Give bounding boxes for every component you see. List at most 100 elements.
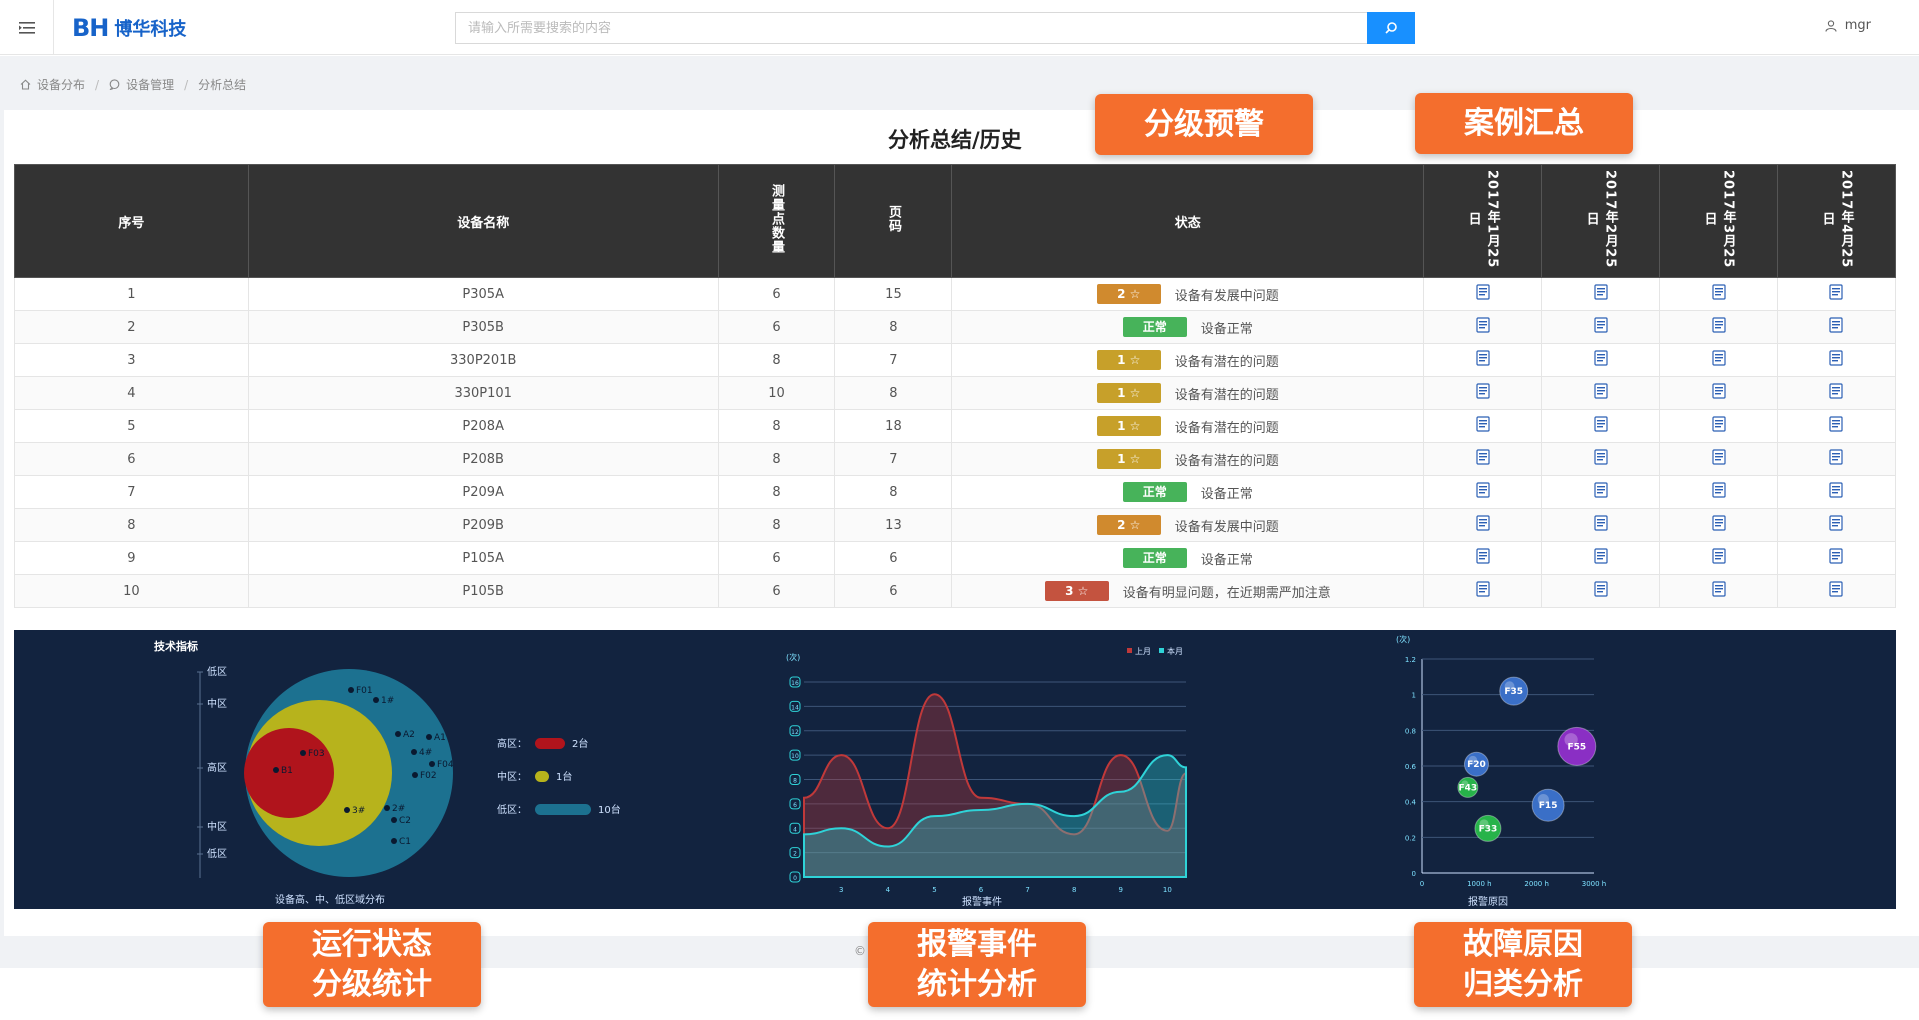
search-button[interactable] xyxy=(1367,12,1415,44)
word-document-icon[interactable] xyxy=(1828,581,1844,597)
zone-point-marker xyxy=(411,749,417,755)
zone-point-marker xyxy=(344,807,350,813)
user-menu[interactable]: mgr xyxy=(1825,18,1871,33)
word-document-icon[interactable] xyxy=(1828,449,1844,465)
word-document-icon[interactable] xyxy=(1828,416,1844,432)
table-row[interactable]: 3 330P201B 8 7 1 ☆ 设备有潜在的问题 xyxy=(14,343,1897,377)
word-document-icon[interactable] xyxy=(1828,482,1844,498)
word-document-icon[interactable] xyxy=(1593,581,1609,597)
col-points[interactable]: 测量点数量 xyxy=(717,164,836,278)
alarm-y-tick-label: 10 xyxy=(791,753,799,760)
col-date-4[interactable]: 2017年4月25日 xyxy=(1776,164,1897,278)
menu-toggle-button[interactable] xyxy=(0,0,54,55)
row-page: 8 xyxy=(834,475,953,509)
word-document-icon[interactable] xyxy=(1475,416,1491,432)
word-document-icon[interactable] xyxy=(1711,383,1727,399)
col-date-1[interactable]: 2017年1月25日 xyxy=(1423,164,1543,278)
row-index: 9 xyxy=(14,541,249,575)
word-document-icon[interactable] xyxy=(1711,515,1727,531)
word-document-icon[interactable] xyxy=(1475,515,1491,531)
row-device-name: P208A xyxy=(247,409,719,443)
word-document-icon[interactable] xyxy=(1828,350,1844,366)
word-document-icon[interactable] xyxy=(1828,284,1844,300)
callout-fault-line2: 归类分析 xyxy=(1463,966,1583,1002)
breadcrumb-item-management[interactable]: 设备管理 xyxy=(126,76,174,93)
report-cell-1 xyxy=(1423,376,1543,410)
status-group: 1 ☆ 设备有潜在的问题 xyxy=(952,350,1423,370)
word-document-icon[interactable] xyxy=(1475,383,1491,399)
status-badge: 正常 xyxy=(1122,548,1187,568)
user-name: mgr xyxy=(1844,18,1871,33)
row-device-name: P105A xyxy=(247,541,719,575)
table-row[interactable]: 9 P105A 6 6 正常 设备正常 xyxy=(14,541,1897,575)
word-document-icon[interactable] xyxy=(1593,482,1609,498)
word-document-icon[interactable] xyxy=(1593,317,1609,333)
word-document-icon[interactable] xyxy=(1828,515,1844,531)
brand-logo[interactable]: BH 博华科技 xyxy=(72,14,186,42)
row-page: 7 xyxy=(834,343,953,377)
table-row[interactable]: 4 330P101 10 8 1 ☆ 设备有潜在的问题 xyxy=(14,376,1897,410)
table-row[interactable]: 2 P305B 6 8 正常 设备正常 xyxy=(14,310,1897,344)
row-index: 6 xyxy=(14,442,249,476)
status-badge: 1 ☆ xyxy=(1096,416,1161,436)
word-document-icon[interactable] xyxy=(1475,482,1491,498)
alarm-y-tick-label: 16 xyxy=(791,680,799,687)
zone-legend-swatch xyxy=(535,738,565,749)
word-document-icon[interactable] xyxy=(1711,548,1727,564)
word-document-icon[interactable] xyxy=(1593,416,1609,432)
word-document-icon[interactable] xyxy=(1475,548,1491,564)
status-group: 正常 设备正常 xyxy=(952,548,1423,568)
table-row[interactable]: 6 P208B 8 7 1 ☆ 设备有潜在的问题 xyxy=(14,442,1897,476)
table-row[interactable]: 10 P105B 6 6 3 ☆ 设备有明显问题，在近期需严加注意 xyxy=(14,574,1897,608)
row-index: 10 xyxy=(14,574,249,608)
fault-bubble-label: F35 xyxy=(1504,687,1523,697)
alarm-legend-label: 本月 xyxy=(1167,646,1183,656)
col-device-name[interactable]: 设备名称 xyxy=(247,164,719,278)
fault-bubble-label: F15 xyxy=(1539,801,1558,811)
word-document-icon[interactable] xyxy=(1475,581,1491,597)
col-index[interactable]: 序号 xyxy=(14,164,249,278)
word-document-icon[interactable] xyxy=(1828,317,1844,333)
col-date-3[interactable]: 2017年3月25日 xyxy=(1659,164,1778,278)
status-badge: 正常 xyxy=(1122,317,1187,337)
col-pages[interactable]: 页码 xyxy=(834,164,953,278)
fault-y-tick-label: 0.8 xyxy=(1405,727,1416,735)
alarm-chart-unit: (次) xyxy=(786,652,800,662)
fault-y-tick-label: 0.6 xyxy=(1405,763,1417,771)
word-document-icon[interactable] xyxy=(1711,350,1727,366)
word-document-icon[interactable] xyxy=(1475,317,1491,333)
status-text: 设备有发展中问题 xyxy=(1174,519,1279,535)
breadcrumb-item-distribution[interactable]: 设备分布 xyxy=(37,76,85,93)
word-document-icon[interactable] xyxy=(1593,515,1609,531)
word-document-icon[interactable] xyxy=(1593,449,1609,465)
word-document-icon[interactable] xyxy=(1475,284,1491,300)
zone-point-label: A1 xyxy=(434,733,446,743)
word-document-icon[interactable] xyxy=(1593,383,1609,399)
word-document-icon[interactable] xyxy=(1711,284,1727,300)
word-document-icon[interactable] xyxy=(1828,383,1844,399)
word-document-icon[interactable] xyxy=(1711,449,1727,465)
table-row[interactable]: 8 P209B 8 13 2 ☆ 设备有发展中问题 xyxy=(14,508,1897,542)
col-status[interactable]: 状态 xyxy=(951,164,1425,278)
word-document-icon[interactable] xyxy=(1593,548,1609,564)
word-document-icon[interactable] xyxy=(1711,317,1727,333)
word-document-icon[interactable] xyxy=(1593,350,1609,366)
col-date-2[interactable]: 2017年2月25日 xyxy=(1541,164,1661,278)
table-row[interactable]: 7 P209A 8 8 正常 设备正常 xyxy=(14,475,1897,509)
word-document-icon[interactable] xyxy=(1711,581,1727,597)
row-status: 3 ☆ 设备有明显问题，在近期需严加注意 xyxy=(951,574,1425,608)
word-document-icon[interactable] xyxy=(1711,416,1727,432)
word-document-icon[interactable] xyxy=(1475,449,1491,465)
search-input[interactable] xyxy=(455,12,1367,44)
word-document-icon[interactable] xyxy=(1475,350,1491,366)
callout-grading-warning-label: 分级预警 xyxy=(1144,106,1264,142)
table-header-row: 序号 设备名称 测量点数量 页码 状态 2017年1月25日 2017年2月25… xyxy=(14,164,1897,278)
row-device-name: P208B xyxy=(247,442,719,476)
zone-legend-swatch xyxy=(535,771,549,782)
word-document-icon[interactable] xyxy=(1711,482,1727,498)
table-row[interactable]: 5 P208A 8 18 1 ☆ 设备有潜在的问题 xyxy=(14,409,1897,443)
word-document-icon[interactable] xyxy=(1593,284,1609,300)
word-document-icon[interactable] xyxy=(1828,548,1844,564)
zone-point-label: 1# xyxy=(381,696,394,706)
table-row[interactable]: 1 P305A 6 15 2 ☆ 设备有发展中问题 xyxy=(14,277,1897,311)
